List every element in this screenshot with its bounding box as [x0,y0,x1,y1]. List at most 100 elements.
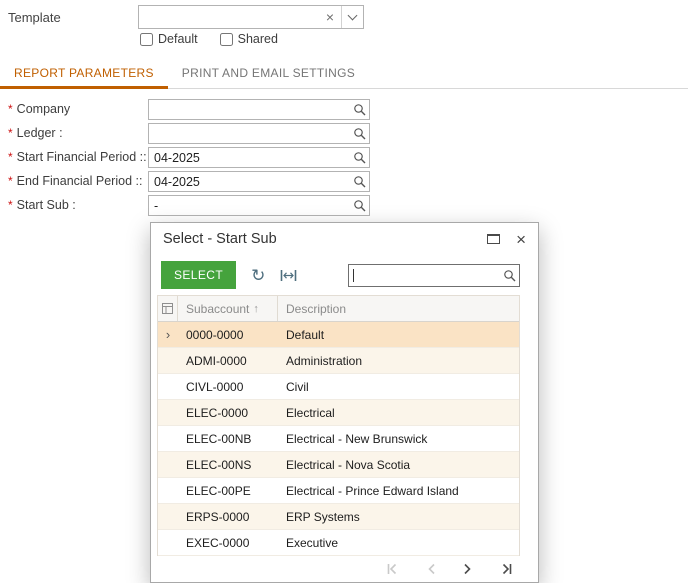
company-label: * Company [8,102,71,116]
select-start-sub-dialog: Select - Start Sub × SELECT ↻ Subaccount… [150,222,539,583]
next-page-icon [464,563,471,575]
shared-checkbox-label: Shared [237,32,278,46]
subaccount-cell: ERPS-0000 [186,509,250,524]
description-cell: Default [286,327,325,342]
subaccount-cell: ELEC-00NS [186,457,252,472]
grid-header: Subaccount ↑ Description [158,296,519,322]
previous-page-button[interactable] [426,562,436,576]
template-combobox[interactable]: × [138,5,364,29]
row-marker-cell: › [158,353,178,368]
column-settings-button[interactable] [158,296,178,321]
fit-to-width-icon [281,269,297,281]
table-row[interactable]: › 0000-0000 Default [158,322,519,348]
subaccount-cell: ELEC-00NB [186,431,252,446]
start-sub-label: * Start Sub : [8,198,76,212]
start-sub-input[interactable] [149,196,349,215]
search-icon [353,176,365,188]
clear-icon[interactable]: × [319,9,341,25]
last-page-button[interactable] [500,562,514,576]
tab-print-email-settings[interactable]: PRINT AND EMAIL SETTINGS [168,60,369,89]
search-icon [503,269,515,281]
previous-page-icon [428,563,435,575]
close-icon[interactable]: × [516,231,526,248]
default-checkbox-group[interactable]: Default [140,32,198,46]
shared-checkbox-group[interactable]: Shared [219,32,278,46]
search-icon [353,152,365,164]
table-row[interactable]: › CIVL-0000 Civil [158,374,519,400]
start-sub-field[interactable] [148,195,370,216]
tab-bar: REPORT PARAMETERS PRINT AND EMAIL SETTIN… [0,60,688,89]
table-row[interactable]: › EXEC-0000 Executive [158,530,519,556]
tab-report-parameters[interactable]: REPORT PARAMETERS [0,60,168,89]
form-row-end-period: * End Financial Period :: [0,171,420,193]
template-input[interactable] [139,6,319,28]
end-period-input[interactable] [149,172,349,191]
table-row[interactable]: › ELEC-00NB Electrical - New Brunswick [158,426,519,452]
company-lookup-button[interactable] [349,100,369,119]
table-row[interactable]: › ADMI-0000 Administration [158,348,519,374]
table-row[interactable]: › ELEC-0000 Electrical [158,400,519,426]
ledger-input[interactable] [149,124,349,143]
table-row[interactable]: › ERPS-0000 ERP Systems [158,504,519,530]
window-buttons: × [487,231,526,248]
subaccount-cell: ADMI-0000 [186,353,247,368]
start-period-field[interactable] [148,147,370,168]
end-period-lookup-button[interactable] [349,172,369,191]
pagination-bar [151,556,538,582]
required-marker: * [8,126,13,140]
subaccount-cell: CIVL-0000 [186,379,244,394]
form-row-ledger: * Ledger : [0,123,420,145]
start-sub-lookup-button[interactable] [349,196,369,215]
dialog-search-box[interactable] [348,263,520,287]
first-page-icon [387,563,397,575]
dialog-search-button[interactable] [499,265,519,286]
required-marker: * [8,102,13,116]
description-cell: Electrical - Nova Scotia [286,457,411,472]
table-row[interactable]: › ELEC-00PE Electrical - Prince Edward I… [158,478,519,504]
end-period-field[interactable] [148,171,370,192]
template-options: Default Shared [140,32,278,46]
maximize-icon[interactable] [487,234,501,244]
next-page-button[interactable] [463,562,473,576]
subaccount-cell: EXEC-0000 [186,535,250,550]
column-header-subaccount[interactable]: Subaccount ↑ [178,296,278,321]
subaccount-grid: Subaccount ↑ Description › 0000-0000 Def… [157,295,520,556]
first-page-button[interactable] [385,562,399,576]
default-checkbox[interactable] [140,32,153,46]
shared-checkbox[interactable] [219,32,233,46]
ledger-label: * Ledger : [8,126,63,140]
company-field[interactable] [148,99,370,120]
row-marker-cell: › [158,509,178,524]
search-icon [353,104,365,116]
company-input[interactable] [149,100,349,119]
sort-asc-icon: ↑ [253,302,259,315]
dropdown-caret-button[interactable] [341,6,363,28]
row-marker-cell: › [158,379,178,394]
row-marker-cell: › [158,457,178,472]
form-row-start-sub: * Start Sub : [0,195,420,217]
table-row[interactable]: › ELEC-00NS Electrical - Nova Scotia [158,452,519,478]
dialog-toolbar: SELECT ↻ [151,255,538,295]
ledger-lookup-button[interactable] [349,124,369,143]
description-cell: ERP Systems [286,509,360,524]
fit-to-width-button[interactable] [280,269,297,282]
start-period-input[interactable] [149,148,349,167]
form-row-company: * Company [0,99,420,121]
description-cell: Executive [286,535,339,550]
row-marker-cell: › [158,327,178,342]
select-button[interactable]: SELECT [161,261,237,289]
required-marker: * [8,174,13,188]
end-period-label: * End Financial Period :: [8,174,143,188]
required-marker: * [8,150,13,164]
grid-body: › 0000-0000 Default › ADMI-0000 Administ… [158,322,519,556]
default-checkbox-label: Default [158,32,198,46]
start-period-label: * Start Financial Period :: [8,150,147,164]
form-row-start-period: * Start Financial Period :: [0,147,420,169]
start-period-lookup-button[interactable] [349,148,369,167]
dialog-titlebar: Select - Start Sub × [151,223,538,255]
refresh-button[interactable]: ↻ [251,267,265,284]
dialog-search-input[interactable] [354,264,499,286]
column-header-description[interactable]: Description [278,296,519,321]
template-label: Template [8,10,61,25]
ledger-field[interactable] [148,123,370,144]
